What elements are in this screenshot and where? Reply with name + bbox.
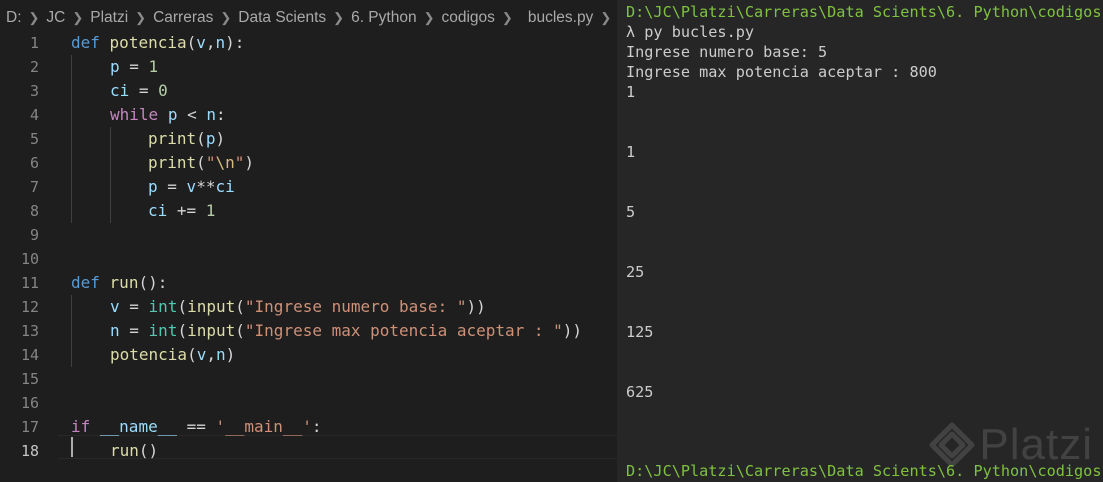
chevron-right-icon: ❯ bbox=[28, 10, 40, 25]
breadcrumb-jc[interactable]: JC bbox=[46, 9, 65, 27]
breadcrumb-file[interactable]: bucles.py bbox=[528, 9, 593, 27]
chevron-right-icon: ❯ bbox=[501, 10, 513, 25]
line-number: 1 bbox=[29, 34, 39, 52]
terminal-cwd: D:\JC\Platzi\Carreras\Data Scients\6. Py… bbox=[626, 462, 1102, 480]
code-text: run() bbox=[110, 441, 159, 460]
code-line-active: 18 run() bbox=[0, 439, 617, 463]
chevron-right-icon: ❯ bbox=[600, 10, 612, 25]
line-number: 10 bbox=[20, 250, 39, 268]
code-line: 7 p = v**ci bbox=[0, 175, 617, 199]
code-text: def potencia(v,n): bbox=[71, 33, 245, 52]
code-line: 1 def potencia(v,n): bbox=[0, 31, 617, 55]
line-number: 13 bbox=[20, 322, 39, 340]
code-line: 16 bbox=[0, 391, 617, 415]
code-line: 10 bbox=[0, 247, 617, 271]
code-line: 2 p = 1 bbox=[0, 55, 617, 79]
line-number: 2 bbox=[29, 58, 39, 76]
terminal-output-line: 1 bbox=[626, 83, 636, 101]
code-line: 13 n = int(input("Ingrese max potencia ac… bbox=[0, 319, 617, 343]
breadcrumb-carreras[interactable]: Carreras bbox=[153, 9, 213, 27]
line-number: 15 bbox=[20, 370, 39, 388]
terminal-output-line: 5 bbox=[626, 203, 636, 221]
code-text: p = v**ci bbox=[148, 177, 235, 196]
line-number: 16 bbox=[20, 394, 39, 412]
breadcrumb-drive[interactable]: D: bbox=[6, 9, 22, 27]
chevron-right-icon: ❯ bbox=[220, 10, 232, 25]
code-line: 6 print("\n") bbox=[0, 151, 617, 175]
line-number: 7 bbox=[29, 178, 39, 196]
terminal-command: λ py bucles.py bbox=[626, 23, 755, 41]
chevron-right-icon: ❯ bbox=[423, 10, 435, 25]
code-area[interactable]: 1 def potencia(v,n): 2 p = 1 3 ci = 0 4 whil… bbox=[0, 31, 617, 463]
line-number: 8 bbox=[29, 202, 39, 220]
code-text: v = int(input("Ingrese numero base: ")) bbox=[110, 297, 486, 316]
line-number: 12 bbox=[20, 298, 39, 316]
terminal-output-line: 25 bbox=[626, 263, 645, 281]
terminal-output-line: 625 bbox=[626, 383, 654, 401]
terminal-output-line: Ingrese max potencia aceptar : 800 bbox=[626, 63, 937, 81]
code-line: 3 ci = 0 bbox=[0, 79, 617, 103]
code-text: p = 1 bbox=[110, 57, 159, 76]
line-number: 18 bbox=[20, 442, 39, 460]
line-number: 14 bbox=[20, 346, 39, 364]
code-text: print("\n") bbox=[148, 153, 254, 172]
code-line: 12 v = int(input("Ingrese numero base: ")… bbox=[0, 295, 617, 319]
code-line: 4 while p < n: bbox=[0, 103, 617, 127]
terminal-output-line: 125 bbox=[626, 323, 654, 341]
breadcrumb-platzi[interactable]: Platzi bbox=[90, 9, 128, 27]
chevron-right-icon: ❯ bbox=[135, 10, 147, 25]
code-line: 15 bbox=[0, 367, 617, 391]
code-text: potencia(v,n) bbox=[110, 345, 236, 364]
code-line: 8 ci += 1 bbox=[0, 199, 617, 223]
code-line: 9 bbox=[0, 223, 617, 247]
line-number: 11 bbox=[20, 274, 39, 292]
line-number: 4 bbox=[29, 106, 39, 124]
breadcrumb-python[interactable]: 6. Python bbox=[351, 9, 417, 27]
code-line: 14 potencia(v,n) bbox=[0, 343, 617, 367]
terminal-output-line: 1 bbox=[626, 143, 636, 161]
line-number: 6 bbox=[29, 154, 39, 172]
code-text: if __name__ == '__main__': bbox=[71, 417, 322, 436]
breadcrumb-data-scients[interactable]: Data Scients bbox=[238, 9, 326, 27]
code-text: print(p) bbox=[148, 129, 226, 148]
code-text: def run(): bbox=[71, 273, 168, 292]
breadcrumb-codigos[interactable]: codigos bbox=[441, 9, 494, 27]
code-editor[interactable]: D: ❯ JC ❯ Platzi ❯ Carreras ❯ Data Scien… bbox=[0, 0, 617, 482]
line-number: 17 bbox=[20, 418, 39, 436]
terminal-output-line: Ingrese numero base: 5 bbox=[626, 43, 828, 61]
line-number: 5 bbox=[29, 130, 39, 148]
line-number: 3 bbox=[29, 82, 39, 100]
chevron-right-icon: ❯ bbox=[72, 10, 84, 25]
code-text: while p < n: bbox=[110, 105, 226, 124]
code-text: n = int(input("Ingrese max potencia acep… bbox=[110, 321, 583, 340]
line-number: 9 bbox=[29, 226, 39, 244]
code-text: ci = 0 bbox=[110, 81, 168, 100]
code-text: ci += 1 bbox=[148, 201, 216, 220]
code-line: 5 print(p) bbox=[0, 127, 617, 151]
terminal-cwd: D:\JC\Platzi\Carreras\Data Scients\6. Py… bbox=[626, 3, 1102, 21]
code-line: 11 def run(): bbox=[0, 271, 617, 295]
code-line: 17 if __name__ == '__main__': bbox=[0, 415, 617, 439]
chevron-right-icon: ❯ bbox=[333, 10, 345, 25]
terminal-panel[interactable]: D:\JC\Platzi\Carreras\Data Scients\6. Py… bbox=[621, 0, 1103, 482]
